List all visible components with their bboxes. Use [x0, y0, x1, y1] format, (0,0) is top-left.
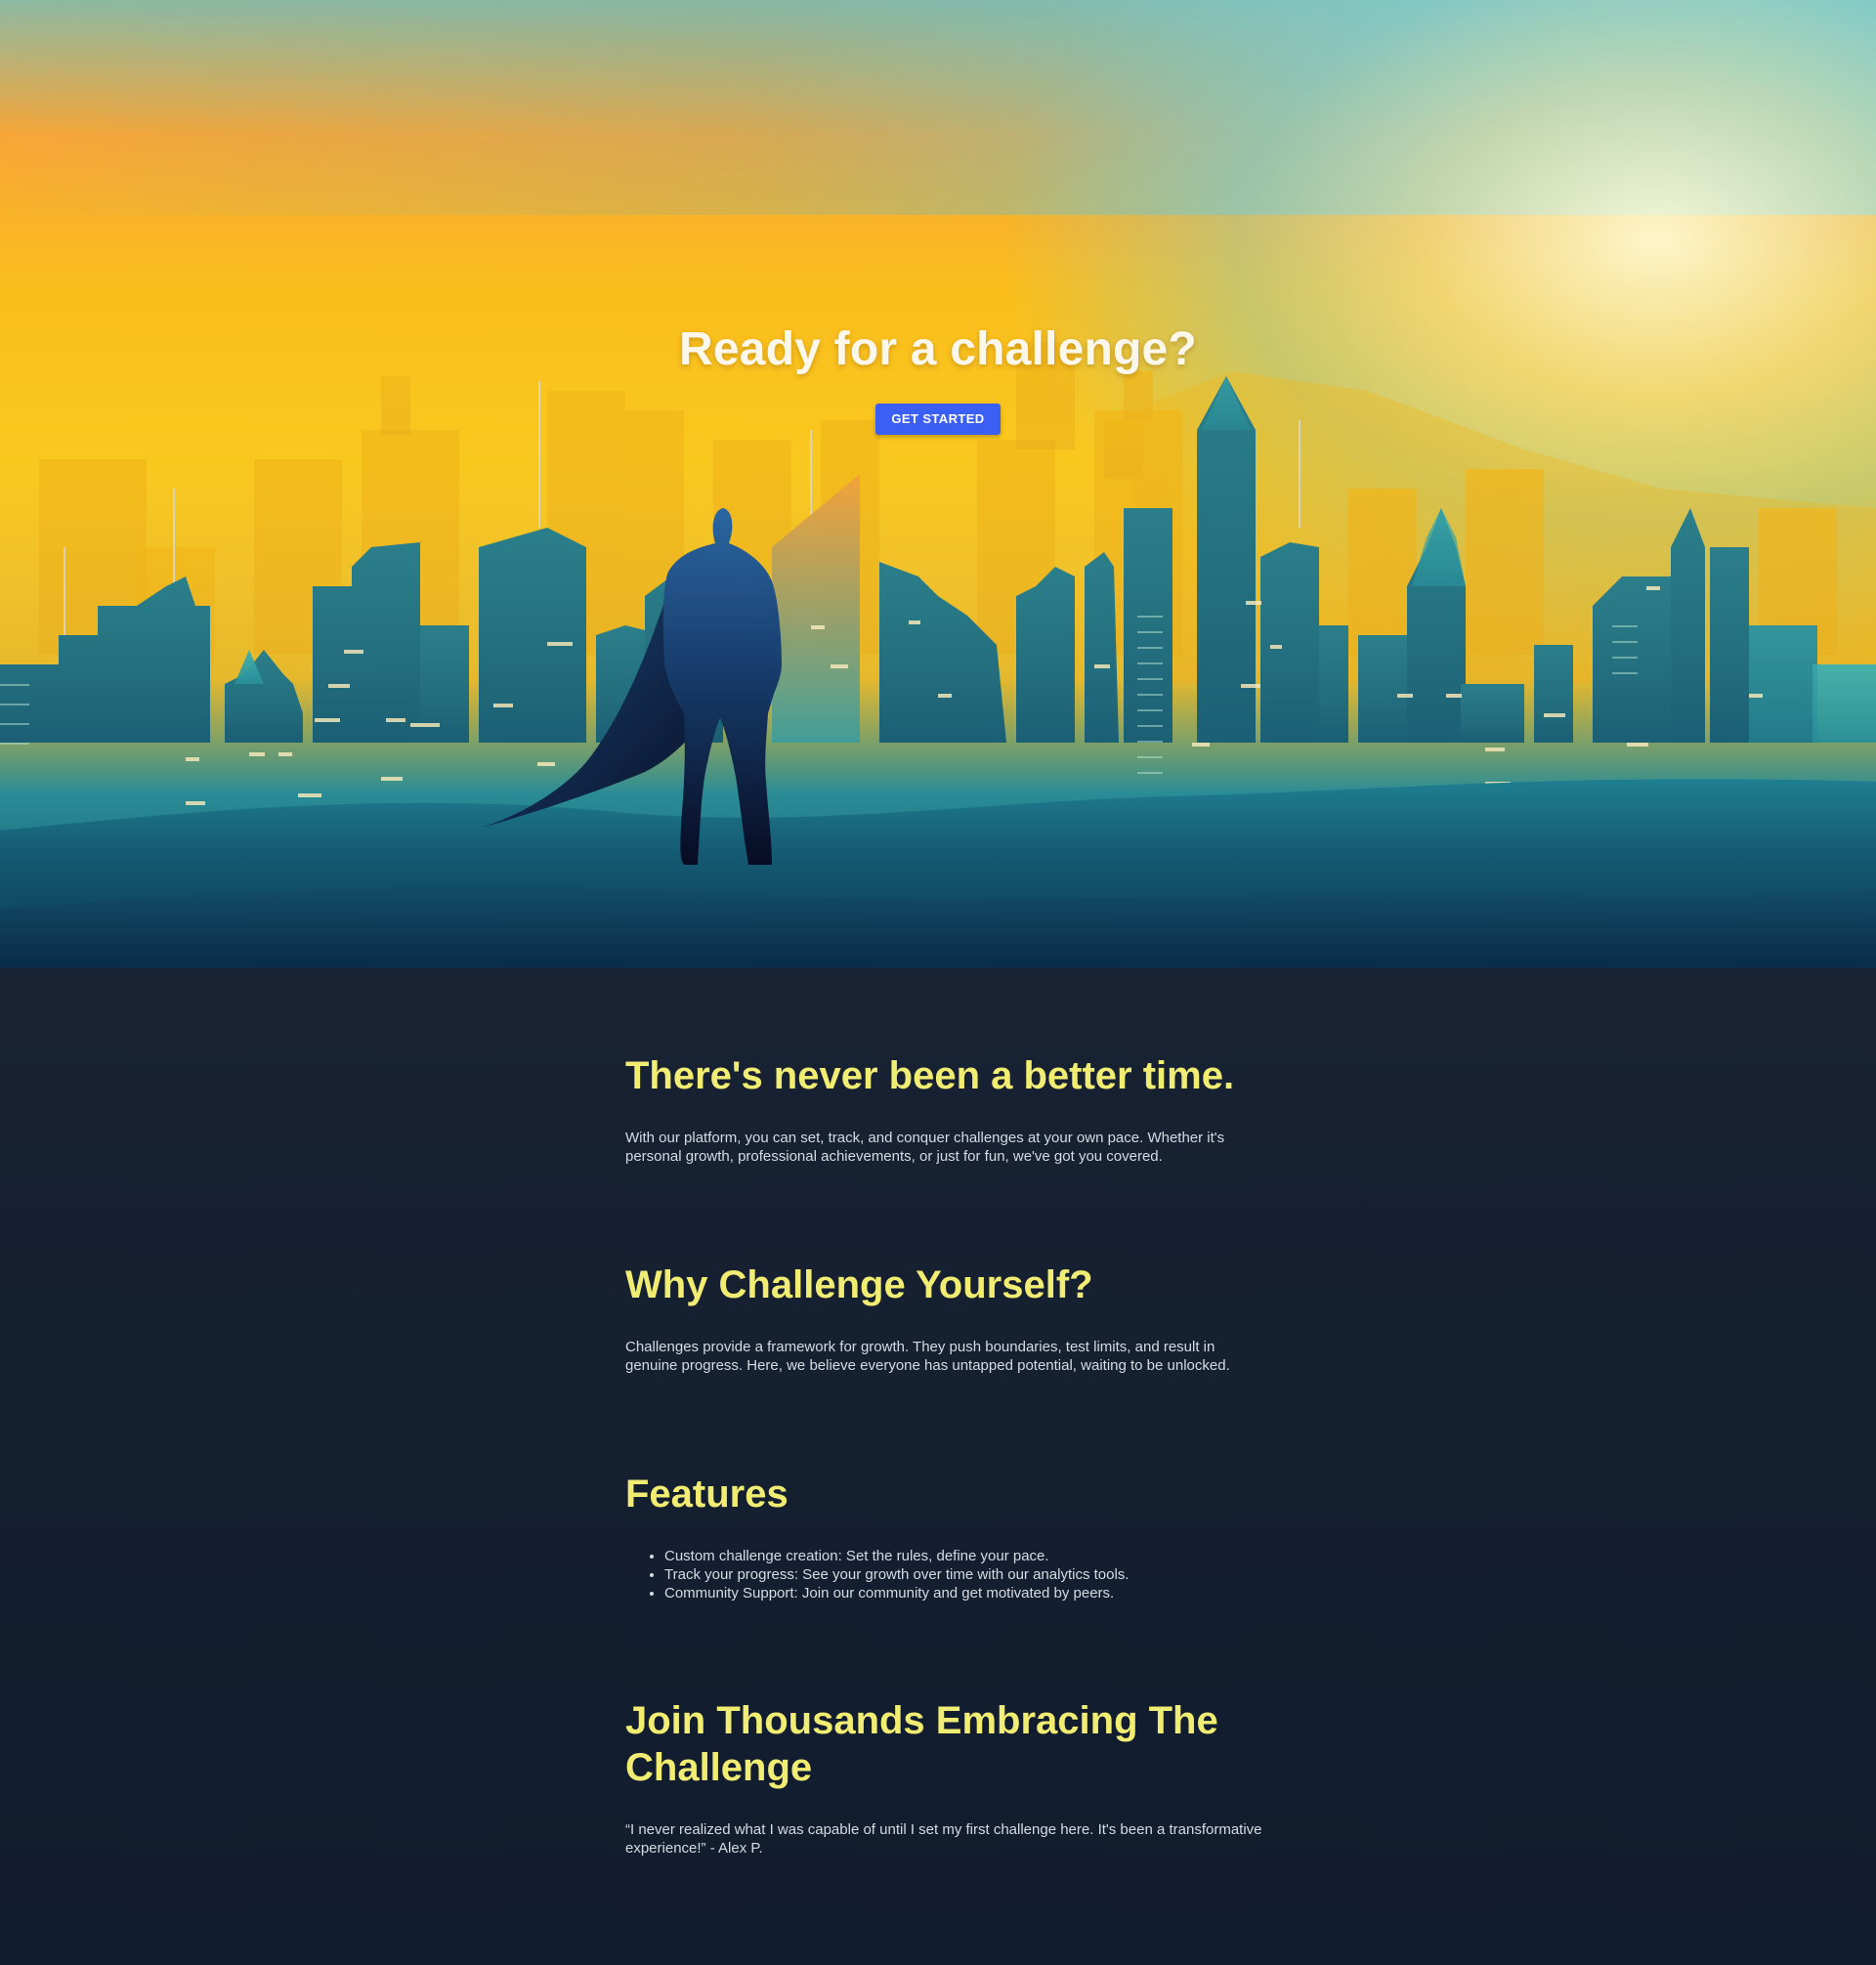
hero-illustration	[0, 342, 1876, 968]
section-heading-why: Why Challenge Yourself?	[625, 1263, 1093, 1306]
section-text-better-time: With our platform, you can set, track, a…	[625, 1130, 1225, 1165]
section-better-time: There's never been a better time. With o…	[625, 1052, 1270, 1166]
content-section: There's never been a better time. With o…	[0, 968, 1876, 1965]
section-why: Why Challenge Yourself? Challenges provi…	[625, 1261, 1270, 1375]
feature-item-custom-challenge: Custom challenge creation: Set the rules…	[664, 1547, 1270, 1565]
landing-page: Ready for a challenge? GET STARTED There…	[0, 0, 1876, 1965]
feature-list: Custom challenge creation: Set the rules…	[625, 1547, 1270, 1602]
hero-title: Ready for a challenge?	[679, 323, 1197, 375]
hero-section: Ready for a challenge? GET STARTED	[0, 0, 1876, 968]
testimonial-quote: “I never realized what I was capable of …	[625, 1821, 1262, 1857]
hero-content: Ready for a challenge? GET STARTED	[0, 322, 1876, 435]
section-heading-join: Join Thousands Embracing The Challenge	[625, 1699, 1218, 1789]
get-started-button[interactable]: GET STARTED	[875, 404, 1001, 435]
section-text-why: Challenges provide a framework for growt…	[625, 1339, 1230, 1374]
section-features: Features Custom challenge creation: Set …	[625, 1471, 1270, 1602]
section-heading-features: Features	[625, 1473, 789, 1516]
section-join: Join Thousands Embracing The Challenge “…	[625, 1697, 1270, 1858]
feature-item-track-progress: Track your progress: See your growth ove…	[664, 1565, 1270, 1584]
section-heading-better-time: There's never been a better time.	[625, 1054, 1235, 1097]
feature-item-community-support: Community Support: Join our community an…	[664, 1584, 1270, 1602]
